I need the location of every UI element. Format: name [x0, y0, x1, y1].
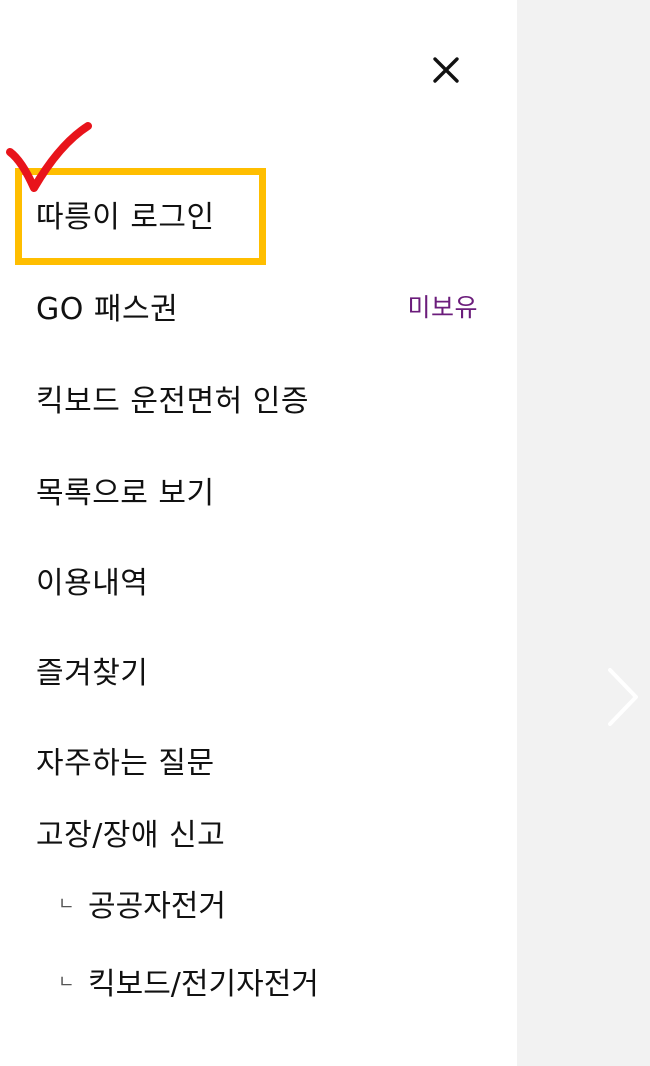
menu-item-report-fault[interactable]: 고장/장애 신고	[36, 804, 486, 860]
menu-item-label: 목록으로 보기	[36, 476, 215, 511]
menu-item-kickboard-license[interactable]: 킥보드 운전면허 인증	[36, 370, 486, 426]
pass-status-badge: 미보유	[407, 293, 478, 322]
menu-item-label: 즐겨찾기	[36, 656, 149, 691]
dimmed-background[interactable]	[517, 0, 650, 1066]
app-screen: 따릉이 로그인 GO 패스권 미보유 킥보드 운전면허 인증 목록으로 보기 이…	[0, 0, 650, 1066]
elbow-icon: ㄴ	[58, 972, 75, 993]
chevron-right-icon[interactable]	[600, 662, 648, 732]
side-menu-drawer: 따릉이 로그인 GO 패스권 미보유 킥보드 운전면허 인증 목록으로 보기 이…	[0, 0, 517, 1066]
menu-item-label: 따릉이 로그인	[36, 200, 215, 235]
menu-item-list-view[interactable]: 목록으로 보기	[36, 462, 486, 518]
menu-item-label: 킥보드 운전면허 인증	[36, 384, 309, 419]
menu-item-label: GO 패스권	[36, 292, 179, 327]
menu-item-label: 고장/장애 신고	[36, 818, 226, 853]
menu-item-faq[interactable]: 자주하는 질문	[36, 732, 486, 788]
sub-item-label: 공공자전거	[88, 889, 226, 924]
sub-item-public-bike[interactable]: ㄴ 공공자전거	[58, 878, 226, 928]
menu-item-favorites[interactable]: 즐겨찾기	[36, 642, 486, 698]
menu-item-login[interactable]: 따릉이 로그인	[36, 186, 486, 242]
menu-item-usage-history[interactable]: 이용내역	[36, 552, 486, 608]
menu-item-label: 이용내역	[36, 566, 149, 601]
menu-item-label: 자주하는 질문	[36, 746, 215, 781]
close-icon[interactable]	[421, 45, 471, 95]
sub-item-label: 킥보드/전기자전거	[88, 967, 319, 1002]
sub-item-kickboard-ebike[interactable]: ㄴ 킥보드/전기자전거	[58, 956, 319, 1006]
elbow-icon: ㄴ	[58, 894, 75, 915]
menu-item-go-pass[interactable]: GO 패스권 미보유	[36, 278, 486, 334]
